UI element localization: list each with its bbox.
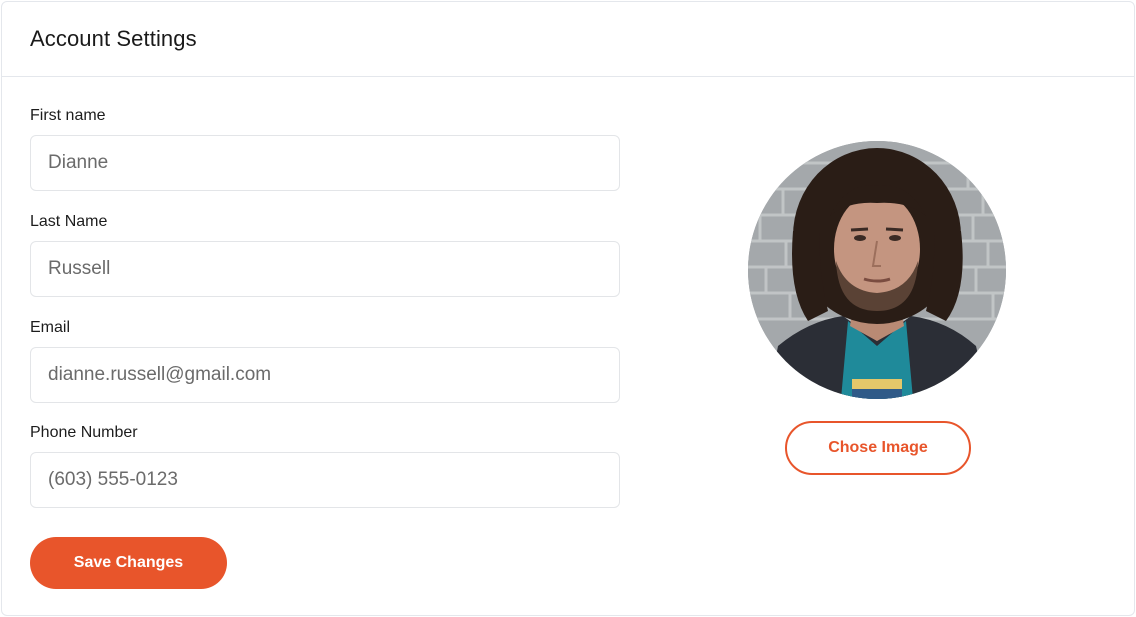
avatar <box>748 141 1006 399</box>
save-changes-button[interactable]: Save Changes <box>30 537 227 589</box>
last-name-label: Last Name <box>30 213 108 230</box>
last-name-input[interactable] <box>30 241 620 297</box>
phone-number-label: Phone Number <box>30 424 138 441</box>
email-input[interactable] <box>30 347 620 403</box>
phone-number-input[interactable] <box>30 452 620 508</box>
email-label: Email <box>30 319 71 336</box>
first-name-input[interactable] <box>30 135 620 191</box>
account-settings-card: Account Settings First name Last Name Em… <box>1 1 1135 616</box>
card-header: Account Settings <box>2 2 1134 77</box>
first-name-label: First name <box>30 107 106 124</box>
choose-image-button[interactable]: Chose Image <box>785 421 971 475</box>
profile-photo-icon <box>748 141 1006 399</box>
page-title: Account Settings <box>30 26 197 51</box>
